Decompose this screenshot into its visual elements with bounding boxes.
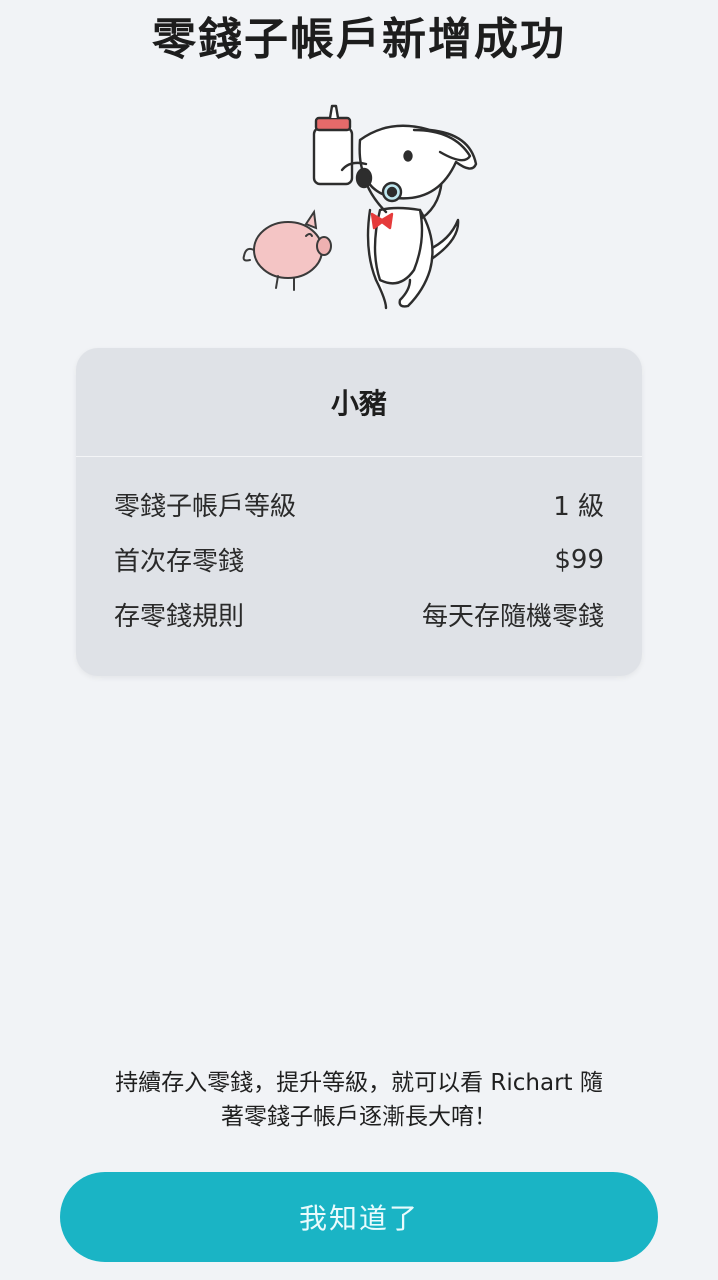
footer-note-line2: 著零錢子帳戶逐漸長大唷！	[221, 1104, 497, 1130]
detail-label: 零錢子帳戶等級	[114, 492, 297, 522]
detail-row-level: 零錢子帳戶等級 1 級	[114, 477, 604, 532]
detail-value: $99	[554, 544, 604, 575]
detail-value: 每天存隨機零錢	[421, 602, 604, 632]
detail-row-deposit-rule: 存零錢規則 每天存隨機零錢	[114, 587, 604, 642]
sub-account-name: 小豬	[76, 348, 642, 457]
sub-account-details: 零錢子帳戶等級 1 級 首次存零錢 $99 存零錢規則 每天存隨機零錢	[76, 457, 642, 642]
page-title: 零錢子帳戶新增成功	[152, 14, 566, 65]
footer-note: 持續存入零錢，提升等級，就可以看 Richart 隨 著零錢子帳戶逐漸長大唷！	[70, 1066, 648, 1134]
piggy-bank-icon	[242, 209, 332, 291]
detail-label: 首次存零錢	[114, 547, 245, 577]
sub-account-card: 小豬 零錢子帳戶等級 1 級 首次存零錢 $99 存零錢規則 每天存隨機零錢	[76, 348, 642, 676]
confirm-button[interactable]: 我知道了	[60, 1172, 658, 1262]
detail-row-first-deposit: 首次存零錢 $99	[114, 532, 604, 587]
detail-label: 存零錢規則	[114, 602, 245, 632]
detail-value: 1 級	[553, 492, 604, 522]
dog-mascot-icon	[312, 104, 478, 310]
dog-and-piggy-illustration	[242, 104, 478, 310]
footer-note-line1: 持續存入零錢，提升等級，就可以看 Richart 隨	[115, 1070, 603, 1096]
